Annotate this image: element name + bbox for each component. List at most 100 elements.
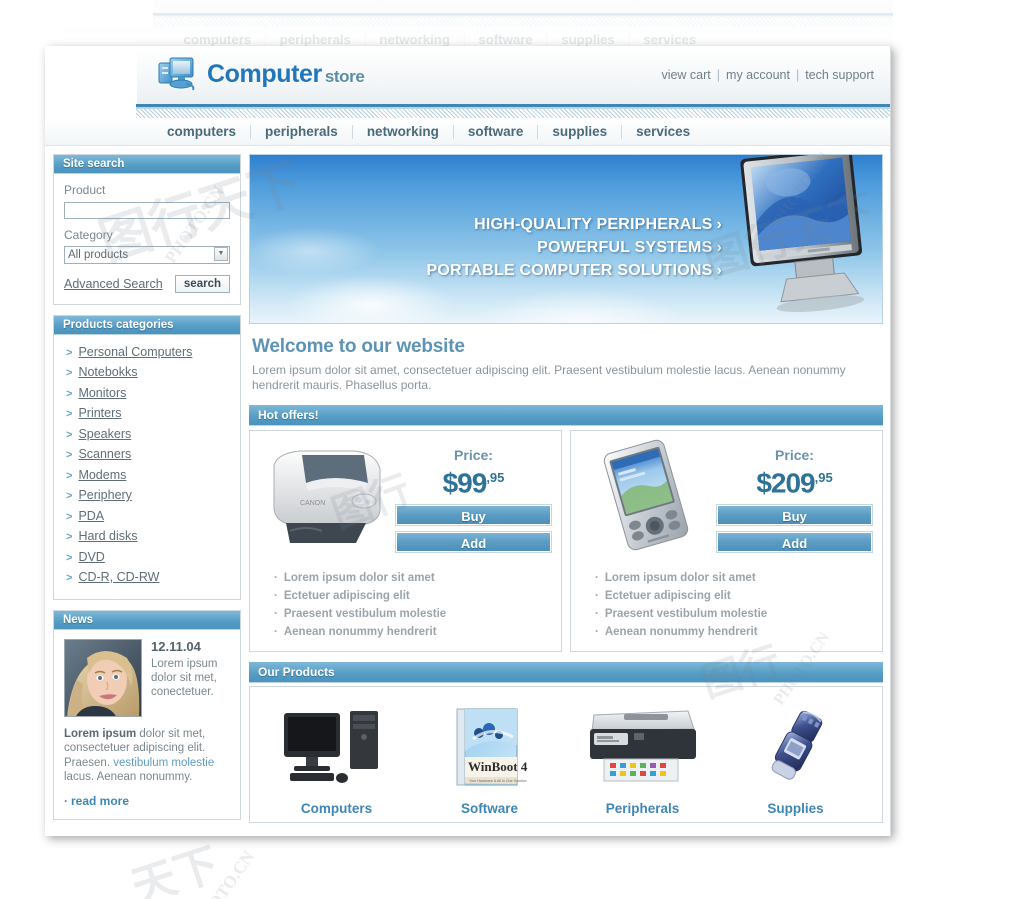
chevron-right-icon: > [66,408,73,420]
hero-line-3[interactable]: PORTABLE COMPUTER SOLUTIONS› [426,259,722,282]
products-categories-title: Products categories [54,315,240,335]
category-link[interactable]: Personal Computers [78,345,192,359]
news-date: 12.11.04 [151,638,201,654]
category-link[interactable]: Hard disks [78,529,137,543]
category-list-item[interactable]: > Monitors [58,386,234,400]
category-list-item[interactable]: > Printers [58,406,234,420]
nav-item-computers[interactable]: computers [153,122,250,142]
link-tech-support[interactable]: tech support [805,68,874,82]
category-list-item[interactable]: > Periphery [58,488,234,502]
news-body-lead: Lorem ipsum [64,727,137,740]
search-button[interactable]: search [174,274,230,293]
lcd-monitor-image [734,155,874,323]
category-select[interactable]: All products [64,245,230,264]
buy-button[interactable]: Buy [395,504,552,527]
logo-suffix: store [324,66,365,86]
site-search-title: Site search [54,155,240,174]
chevron-right-icon: › [716,216,722,233]
category-link[interactable]: DVD [78,550,104,564]
hero-text: HIGH-QUALITY PERIPHERALS› POWERFUL SYSTE… [426,213,722,282]
hero-line-1[interactable]: HIGH-QUALITY PERIPHERALS› [426,213,722,236]
nav-item-services[interactable]: services [622,122,704,142]
welcome-text: Lorem ipsum dolor sit amet, consectetuer… [252,363,846,392]
category-link[interactable]: Modems [78,468,126,482]
news-snippet: Lorem ipsum dolor sit met, conectetuer. [151,657,218,698]
nav-item-supplies[interactable]: supplies [538,122,621,142]
svg-text:WinBoot 4: WinBoot 4 [468,759,528,774]
category-list-item[interactable]: > DVD [58,550,234,564]
read-more-label: read more [71,793,130,808]
category-link[interactable]: Printers [78,406,121,420]
price-cents: ,95 [814,470,833,485]
product-tile-computers[interactable]: Computers [260,703,413,816]
header-hatch-strip [153,17,894,27]
price-label: Price: [775,447,814,463]
top-links: view cart | my account | tech support [661,68,874,82]
category-list-item[interactable]: > Personal Computers [58,345,234,359]
nav-item-software[interactable]: software [454,122,538,142]
advanced-search-link[interactable]: Advanced Search [64,277,163,291]
chevron-right-icon: › [716,262,722,279]
product-label: Software [460,801,518,816]
our-products-title: Our Products [249,662,883,683]
offer-feature-item: Lorem ipsum dolor sit amet [595,569,872,587]
offer-card: CANON Price: $99,95 Buy [249,430,562,652]
site-logo[interactable]: Computerstore [173,0,377,2]
product-tile-supplies[interactable]: Supplies [719,703,872,816]
product-search-input[interactable] [64,201,230,219]
header-hatch-strip [136,109,890,118]
category-link[interactable]: Notebokks [78,365,137,379]
add-button[interactable]: Add [395,531,552,554]
site-logo[interactable]: Computerstore [156,55,365,93]
link-my-account[interactable]: my account [726,68,790,82]
category-link[interactable]: Speakers [78,427,131,441]
sidebar: Site search Product Category All product… [53,154,241,833]
price-cents: ,95 [486,470,505,485]
chevron-right-icon: > [66,428,73,441]
category-list: > Personal Computers > Notebokks > Monitors > P… [58,343,234,585]
buy-button[interactable]: Buy [716,504,873,527]
category-link[interactable]: Monitors [78,386,126,400]
category-list-item[interactable]: > CD-R, CD-RW [58,570,234,584]
nav-item-networking[interactable]: networking [353,122,453,142]
category-list-item[interactable]: > PDA [58,509,234,523]
category-link[interactable]: Periphery [78,488,132,502]
news-body-link[interactable]: vestibulum molestie [113,757,214,769]
product-tile-software[interactable]: WinBoot 4 Your Hardware & All in One Sol… [413,703,566,816]
welcome-section: Welcome to our website Lorem ipsum dolor… [249,333,883,405]
site-header: Computerstore view cart|my account|tech … [46,46,890,104]
offer-feature-item: Lorem ipsum dolor sit amet [274,569,551,587]
hot-offers-list: CANON Price: $99,95 Buy [249,430,883,652]
offer-card: Price: $209,95 Buy Add Lorem ipsum dolor… [570,430,883,652]
product-label: Supplies [767,801,824,816]
header-rule-light [153,15,894,18]
offer-features: Lorem ipsum dolor sit ametEctetuer adipi… [260,569,551,641]
news-read-more[interactable]: ·read more [64,794,230,808]
watermark-text: PHOTO.CN [190,847,259,899]
chevron-right-icon: > [66,387,73,400]
nav-item-peripherals[interactable]: peripherals [251,122,352,142]
category-list-item[interactable]: > Modems [58,468,234,482]
category-list-item[interactable]: > Notebokks [58,365,234,379]
news-body-tail: lacus. Aenean nonummy. [64,771,193,783]
category-list-item[interactable]: > Speakers [58,427,234,441]
price-label: Price: [454,447,493,463]
category-field-label: Category [64,227,113,242]
site-search-panel: Site search Product Category All product… [53,154,241,305]
category-link[interactable]: PDA [78,509,104,523]
link-view-cart[interactable]: view cart [661,68,710,82]
product-label: Peripherals [605,801,680,816]
offer-features: Lorem ipsum dolor sit ametEctetuer adipi… [581,569,872,641]
hero-banner: HIGH-QUALITY PERIPHERALS› POWERFUL SYSTE… [249,154,883,324]
products-categories-panel: Products categories >Personal Computers>… [53,314,241,600]
category-link[interactable]: CD-R, CD-RW [78,570,159,584]
hero-line-2[interactable]: POWERFUL SYSTEMS› [426,236,722,259]
chevron-right-icon: > [66,490,73,502]
offer-purchase: Price: $99,95 Buy Add [395,439,552,554]
category-list-item[interactable]: > Scanners [58,447,234,461]
page-body: Site search Product Category All product… [45,146,890,833]
category-link[interactable]: Scanners [78,447,131,461]
product-tile-peripherals[interactable]: Peripherals [566,703,719,816]
add-button[interactable]: Add [716,531,873,554]
category-list-item[interactable]: > Hard disks [58,529,234,543]
